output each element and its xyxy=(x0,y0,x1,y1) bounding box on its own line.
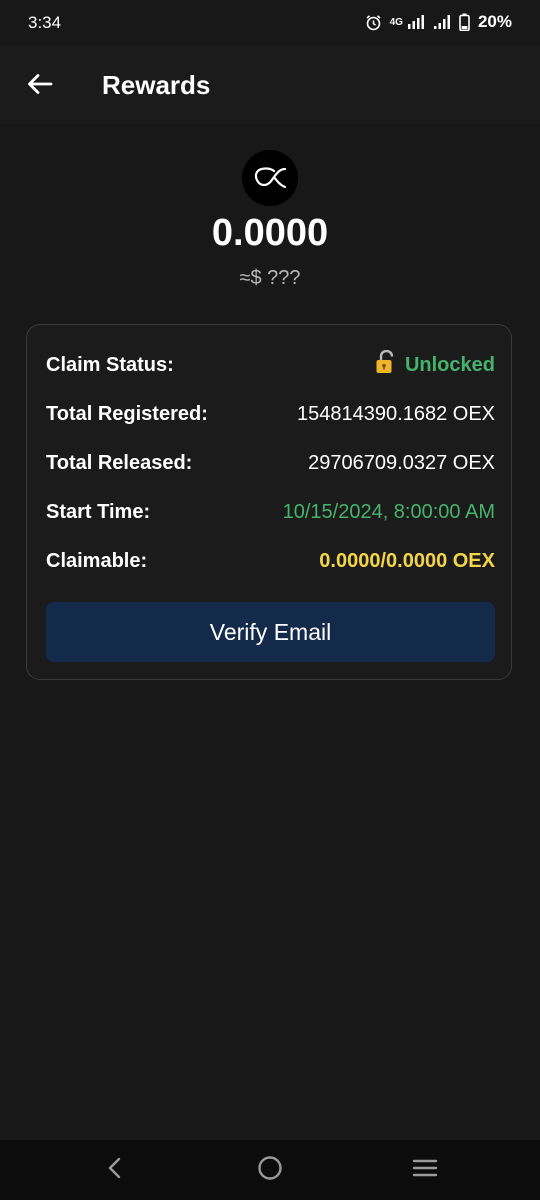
back-button[interactable] xyxy=(22,68,58,104)
total-registered-label: Total Registered: xyxy=(46,402,208,425)
nav-menu-icon xyxy=(412,1158,438,1183)
verify-email-button[interactable]: Verify Email xyxy=(46,602,495,662)
network-type: 4G xyxy=(389,16,403,28)
system-nav-bar xyxy=(0,1140,540,1200)
start-time-label: Start Time: xyxy=(46,500,151,523)
nav-back-button[interactable] xyxy=(85,1140,145,1200)
status-bar: 3:34 4G 20% xyxy=(0,0,540,46)
total-released-label: Total Released: xyxy=(46,451,193,474)
total-registered-row: Total Registered: 154814390.1682 OEX xyxy=(46,399,495,429)
nav-back-icon xyxy=(107,1157,123,1184)
signal-icon xyxy=(407,14,425,30)
claimable-label: Claimable: xyxy=(46,549,148,572)
claim-status-row: Claim Status: Unlocked xyxy=(46,349,495,380)
balance-usd-value: ≈$ ??? xyxy=(239,267,301,289)
page-title: Rewards xyxy=(102,70,211,100)
claimable-value: 0.0000/0.0000 OEX xyxy=(319,549,495,572)
rewards-card: Claim Status: Unlocked Total Registered:… xyxy=(26,324,512,680)
total-released-value: 29706709.0327 OEX xyxy=(308,451,495,474)
battery-percent: 20% xyxy=(477,12,512,31)
start-time-row: Start Time: 10/15/2024, 8:00:00 AM xyxy=(46,497,495,527)
nav-home-button[interactable] xyxy=(240,1140,300,1200)
signal-secondary-icon xyxy=(433,14,451,30)
claim-status-value-group: Unlocked xyxy=(375,349,495,380)
nav-home-icon xyxy=(257,1155,283,1186)
total-released-row: Total Released: 29706709.0327 OEX xyxy=(46,448,495,478)
balance-amount: 0.0000 xyxy=(211,212,329,254)
claim-status-label: Claim Status: xyxy=(46,353,174,376)
unlocked-padlock-icon xyxy=(375,349,397,380)
battery-icon xyxy=(459,13,470,31)
oex-logo-icon xyxy=(242,150,298,206)
status-time: 3:34 xyxy=(28,13,62,32)
arrow-left-icon xyxy=(27,73,53,100)
alarm-icon xyxy=(365,14,382,31)
nav-menu-button[interactable] xyxy=(395,1140,455,1200)
status-icons: 4G 20% xyxy=(365,12,512,32)
total-registered-value: 154814390.1682 OEX xyxy=(297,402,495,425)
app-header: Rewards xyxy=(0,46,540,124)
claimable-row: Claimable: 0.0000/0.0000 OEX xyxy=(46,546,495,576)
claim-status-value: Unlocked xyxy=(404,353,495,376)
start-time-value: 10/15/2024, 8:00:00 AM xyxy=(282,500,495,523)
